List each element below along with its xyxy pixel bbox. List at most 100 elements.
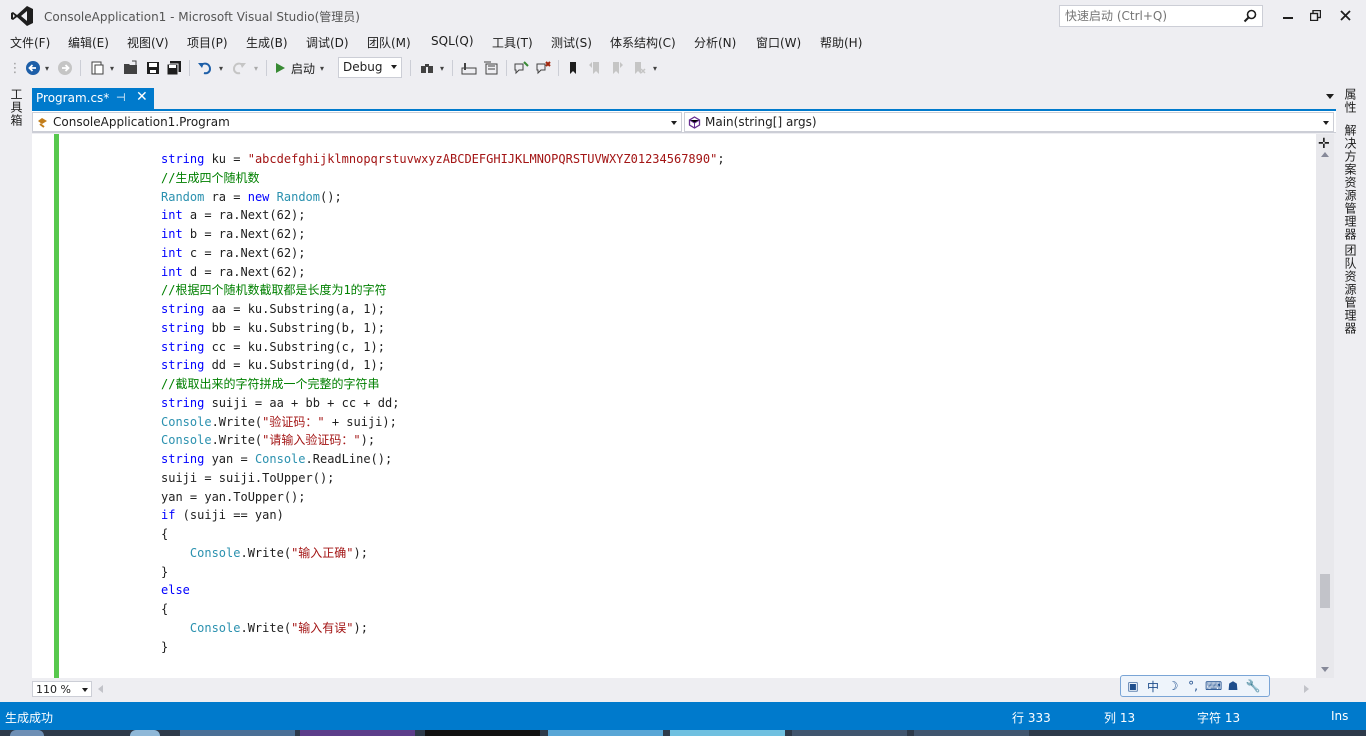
code-line[interactable]: Console.Write("验证码：" + suiji); <box>161 413 725 432</box>
code-line[interactable]: string bb = ku.Substring(b, 1); <box>161 319 725 338</box>
user-icon[interactable]: ☗ <box>1225 679 1241 693</box>
vertical-scrollbar[interactable]: ✛ <box>1316 134 1334 678</box>
restore-button[interactable] <box>1303 4 1327 26</box>
scroll-up-arrow-icon[interactable] <box>1321 152 1329 157</box>
code-line[interactable]: string suiji = aa + bb + cc + dd; <box>161 394 725 413</box>
menu-project[interactable]: 项目(P) <box>187 34 228 51</box>
code-line[interactable]: if (suiji == yan) <box>161 506 725 525</box>
code-line[interactable]: } <box>161 563 725 582</box>
team-explorer-tab[interactable]: 团队资源管理器 <box>1342 244 1359 335</box>
code-line[interactable]: { <box>161 600 725 619</box>
menu-help[interactable]: 帮助(H) <box>820 34 862 51</box>
menu-test[interactable]: 测试(S) <box>551 34 592 51</box>
redo-dropdown-arrow-icon[interactable]: ▾ <box>252 58 260 78</box>
menu-sql[interactable]: SQL(Q) <box>431 34 474 48</box>
taskbar-app-button[interactable] <box>792 730 907 736</box>
code-line[interactable]: yan = yan.ToUpper(); <box>161 488 725 507</box>
code-editor[interactable]: string ku = "abcdefghijklmnopqrstuvwxyzA… <box>32 134 1316 678</box>
menu-view[interactable]: 视图(V) <box>127 34 169 51</box>
soft-keyboard-icon[interactable]: ⌨ <box>1205 679 1222 693</box>
close-window-button[interactable] <box>1333 4 1357 26</box>
scroll-down-arrow-icon[interactable] <box>1321 667 1329 672</box>
tab-program-cs[interactable]: Program.cs* ⊣ ✕ <box>32 88 154 109</box>
quick-launch-input[interactable] <box>1060 6 1236 26</box>
minimize-button[interactable] <box>1276 4 1300 26</box>
new-project-button[interactable] <box>88 58 106 78</box>
next-bookmark-button[interactable] <box>608 58 626 78</box>
code-line[interactable]: string yan = Console.ReadLine(); <box>161 450 725 469</box>
ime-toolbar[interactable]: ▣ 中 ☽ °, ⌨ ☗ 🔧 <box>1120 675 1270 697</box>
save-all-button[interactable] <box>165 58 183 78</box>
ime-logo-icon[interactable]: ▣ <box>1125 679 1141 693</box>
code-line[interactable]: } <box>161 638 725 657</box>
code-line[interactable]: Console.Write("输入有误"); <box>161 619 725 638</box>
punctuation-icon[interactable]: °, <box>1185 679 1201 693</box>
step-into-button[interactable] <box>460 58 478 78</box>
taskbar-app-button[interactable] <box>425 730 540 736</box>
find-in-files-button[interactable] <box>416 58 438 78</box>
code-line[interactable]: //生成四个随机数 <box>161 169 725 188</box>
code-line[interactable]: else <box>161 581 725 600</box>
code-line[interactable]: string ku = "abcdefghijklmnopqrstuvwxyzA… <box>161 150 725 169</box>
code-line[interactable]: int c = ra.Next(62); <box>161 244 725 263</box>
back-dropdown-arrow-icon[interactable]: ▾ <box>43 58 51 78</box>
code-text[interactable]: string ku = "abcdefghijklmnopqrstuvwxyzA… <box>161 150 725 656</box>
code-line[interactable]: string aa = ku.Substring(a, 1); <box>161 300 725 319</box>
pin-icon[interactable]: ⊣ <box>116 91 126 104</box>
close-tab-icon[interactable]: ✕ <box>136 89 148 105</box>
menu-analyze[interactable]: 分析(N) <box>694 34 736 51</box>
types-dropdown[interactable]: ConsoleApplication1.Program <box>32 112 682 132</box>
settings-wrench-icon[interactable]: 🔧 <box>1245 679 1261 693</box>
active-files-dropdown-icon[interactable] <box>1326 94 1334 99</box>
code-line[interactable]: int b = ra.Next(62); <box>161 225 725 244</box>
code-line[interactable]: //根据四个随机数截取都是长度为1的字符 <box>161 281 725 300</box>
toolbox-tab[interactable]: 工具箱 <box>8 88 25 127</box>
half-width-moon-icon[interactable]: ☽ <box>1165 679 1181 693</box>
zoom-dropdown[interactable]: 110 % <box>32 681 92 697</box>
scrollbar-thumb[interactable] <box>1320 574 1330 608</box>
code-line[interactable]: Console.Write("请输入验证码："); <box>161 431 725 450</box>
redo-button[interactable] <box>230 58 248 78</box>
menu-tools[interactable]: 工具(T) <box>492 34 533 51</box>
scroll-left-arrow-icon[interactable] <box>98 685 103 693</box>
navigate-forward-button[interactable] <box>56 58 74 78</box>
new-project-dropdown-arrow-icon[interactable]: ▾ <box>108 58 116 78</box>
undo-button[interactable] <box>196 58 214 78</box>
step-over-button[interactable] <box>482 58 500 78</box>
find-dropdown-arrow-icon[interactable]: ▾ <box>438 58 446 78</box>
code-line[interactable]: int d = ra.Next(62); <box>161 263 725 282</box>
start-orb-icon[interactable] <box>10 730 44 736</box>
taskbar-app-button[interactable] <box>670 730 785 736</box>
navigate-back-button[interactable] <box>24 58 42 78</box>
code-line[interactable]: Random ra = new Random(); <box>161 188 725 207</box>
menu-team[interactable]: 团队(M) <box>367 34 411 51</box>
taskbar-app-button[interactable] <box>914 730 1029 736</box>
search-icon[interactable] <box>1243 9 1257 23</box>
comment-button[interactable] <box>512 58 530 78</box>
menu-build[interactable]: 生成(B) <box>246 34 288 51</box>
code-line[interactable]: string cc = ku.Substring(c, 1); <box>161 338 725 357</box>
menu-file[interactable]: 文件(F) <box>10 34 50 51</box>
start-debugging-button[interactable]: 启动 ▾ <box>274 58 334 78</box>
quick-launch-box[interactable] <box>1059 5 1263 27</box>
code-line[interactable]: Console.Write("输入正确"); <box>161 544 725 563</box>
toolbar-overflow-icon[interactable]: ▾ <box>650 58 660 78</box>
code-line[interactable]: suiji = suiji.ToUpper(); <box>161 469 725 488</box>
toolbar-grip[interactable]: ⋮ <box>9 58 22 78</box>
properties-tab[interactable]: 属性 <box>1342 88 1359 114</box>
undo-dropdown-arrow-icon[interactable]: ▾ <box>217 58 225 78</box>
members-dropdown[interactable]: Main(string[] args) <box>684 112 1334 132</box>
start-dropdown-arrow-icon[interactable]: ▾ <box>320 64 324 73</box>
taskbar-app-icon[interactable] <box>130 730 160 736</box>
save-button[interactable] <box>144 58 162 78</box>
taskbar-app-button[interactable] <box>180 730 295 736</box>
scroll-right-arrow-icon[interactable] <box>1304 685 1309 693</box>
menu-edit[interactable]: 编辑(E) <box>68 34 109 51</box>
clear-bookmarks-button[interactable] <box>630 58 648 78</box>
taskbar-app-button[interactable] <box>548 730 663 736</box>
split-window-icon[interactable]: ✛ <box>1318 136 1330 152</box>
code-line[interactable]: int a = ra.Next(62); <box>161 206 725 225</box>
ime-mode-toggle[interactable]: 中 <box>1145 678 1161 695</box>
menu-architecture[interactable]: 体系结构(C) <box>610 34 676 51</box>
code-line[interactable]: { <box>161 525 725 544</box>
